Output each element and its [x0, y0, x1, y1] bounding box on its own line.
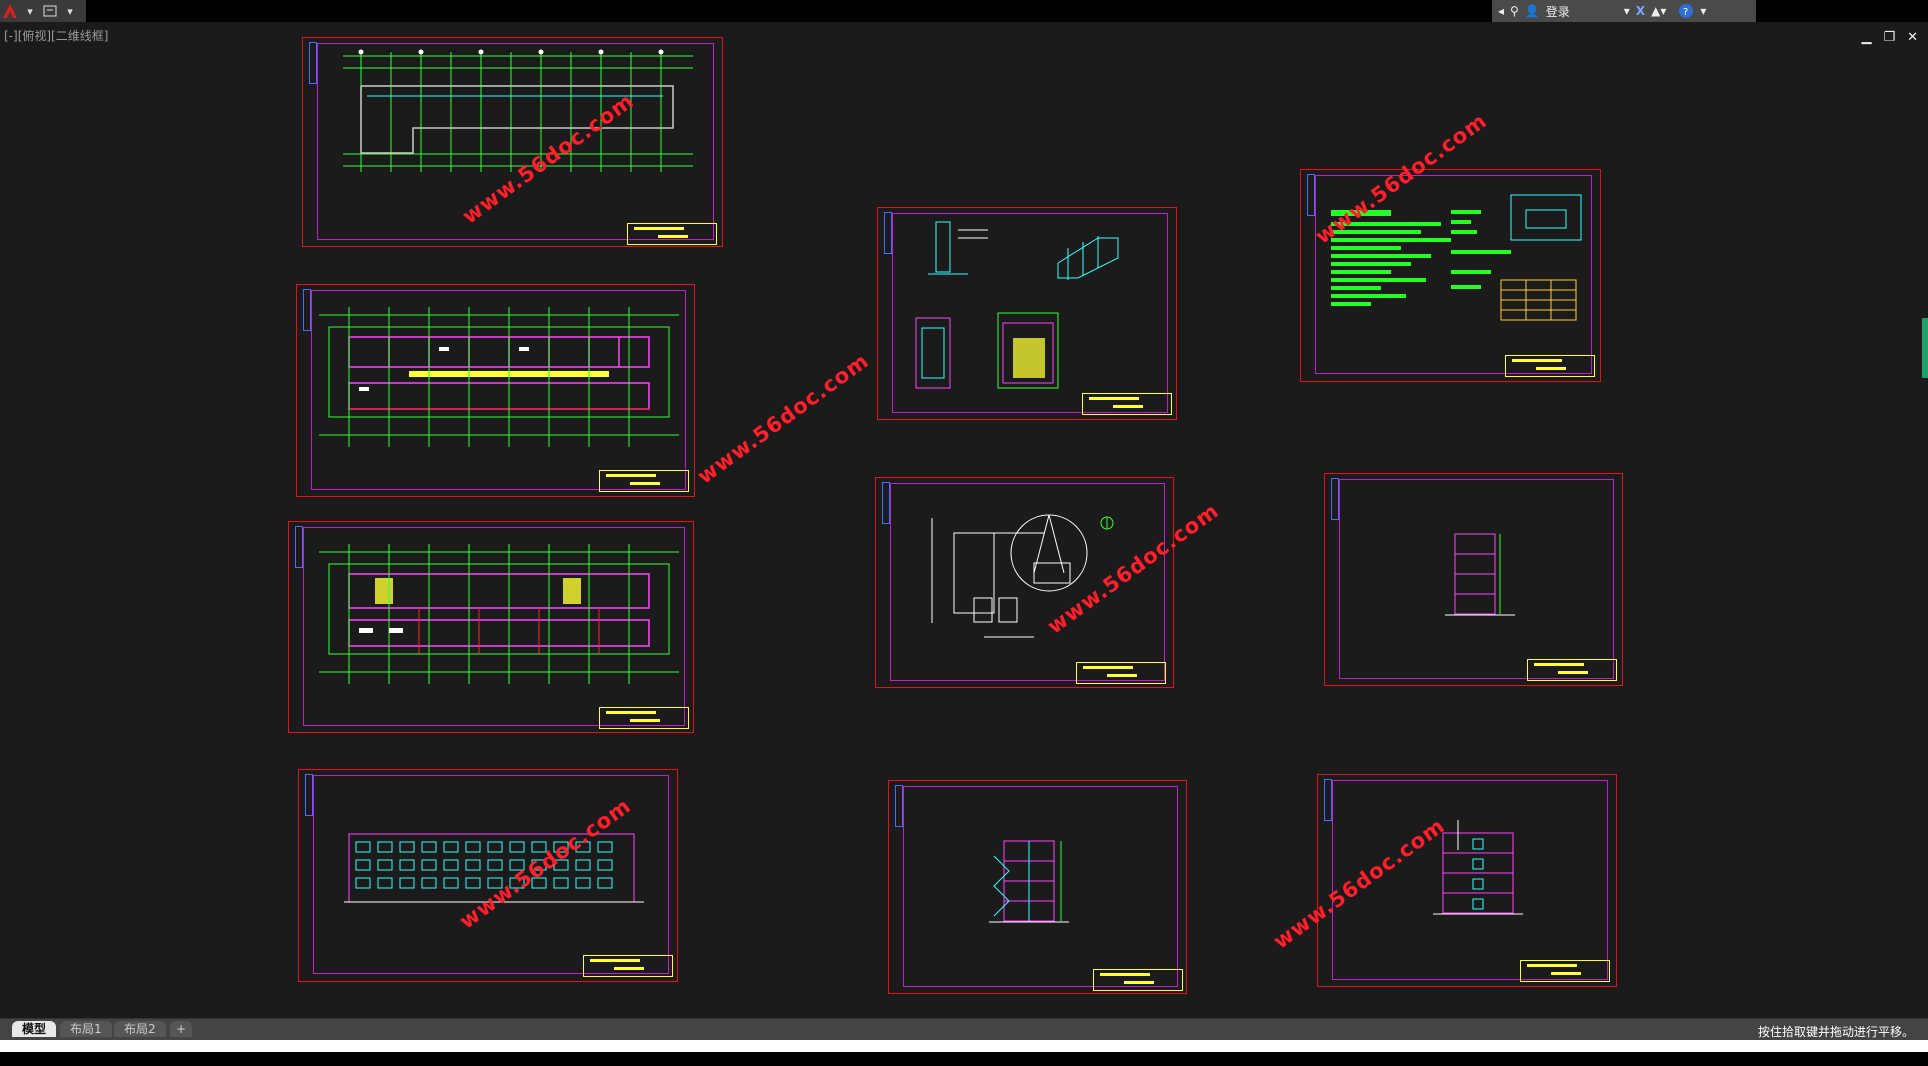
tab-model[interactable]: 模型 — [12, 1021, 57, 1037]
site-plan-drawing — [931, 514, 1114, 638]
drawing-canvas[interactable]: www.56doc.com www.56doc.com www.56doc.co… — [0, 22, 1928, 1018]
foundation-plan-drawing — [343, 49, 693, 172]
sheet-notes[interactable] — [1300, 169, 1601, 382]
watermark-text: www.56doc.com — [692, 348, 874, 489]
title-block — [1505, 355, 1595, 377]
sheet-margin-strip — [884, 212, 892, 254]
tab-layout1[interactable]: 布局1 — [60, 1021, 112, 1037]
quick-access-toolbar: ▾ ▾ — [0, 0, 86, 22]
title-bar: ▾ ▾ ◂ ⚲ 👤 登录 ▾ X ▲▾ ? ▾ — [0, 0, 1928, 22]
floor-plan-drawing — [319, 544, 679, 684]
binoculars-icon[interactable]: ⚲ — [1510, 4, 1519, 18]
details-drawing — [915, 221, 1119, 389]
sheet-margin-strip — [295, 526, 303, 568]
title-block — [599, 470, 689, 492]
login-dropdown-icon[interactable]: ▾ — [1624, 4, 1630, 18]
workspace-icon[interactable] — [40, 2, 60, 20]
sheet-floor-plan-1[interactable] — [296, 284, 695, 497]
help-icon[interactable]: ? — [1678, 3, 1694, 19]
stair-section-drawing — [989, 840, 1069, 923]
title-block — [583, 955, 673, 977]
sheet-side-elevation[interactable] — [1324, 473, 1623, 686]
command-line-strip — [0, 1040, 1928, 1052]
sheet-margin-strip — [1307, 174, 1315, 216]
sheet-margin-strip — [882, 482, 890, 524]
sheet-margin-strip — [1331, 478, 1339, 520]
collapse-arrow-icon[interactable]: ◂ — [1498, 4, 1504, 18]
title-block — [1076, 662, 1166, 684]
sheet-details[interactable] — [877, 207, 1177, 420]
sheet-margin-strip — [303, 289, 311, 331]
sheet-stair-section[interactable] — [888, 780, 1187, 994]
status-prompt: 按住拾取键并拖动进行平移。 — [1757, 1025, 1914, 1039]
sheet-margin-strip — [309, 42, 317, 84]
login-button[interactable]: 登录 — [1546, 3, 1570, 20]
sheet-margin-strip — [1324, 779, 1332, 821]
sheet-margin-strip — [895, 785, 903, 827]
status-bar — [0, 1052, 1928, 1066]
sheet-floor-plan-2[interactable] — [288, 521, 694, 733]
autodesk-icon[interactable]: ▲▾ — [1651, 4, 1666, 18]
title-block — [599, 707, 689, 729]
layout-tab-bar: 模型 布局1 布局2 + 按住拾取键并拖动进行平移。 — [0, 1018, 1928, 1041]
title-block — [1082, 393, 1172, 415]
app-menu-icon[interactable] — [0, 2, 20, 20]
title-block — [627, 223, 717, 245]
svg-text:?: ? — [1683, 7, 1688, 18]
exchange-icon[interactable]: X — [1636, 4, 1645, 18]
tab-layout2[interactable]: 布局2 — [114, 1021, 166, 1037]
title-block — [1093, 969, 1183, 991]
add-layout-button[interactable]: + — [170, 1021, 193, 1037]
help-dropdown-icon[interactable]: ▾ — [1700, 4, 1706, 18]
navigation-bar-handle[interactable] — [1922, 318, 1928, 378]
app-menu-dropdown-icon[interactable]: ▾ — [20, 2, 40, 20]
info-center: ◂ ⚲ 👤 登录 ▾ X ▲▾ ? ▾ — [1492, 0, 1756, 22]
side-elevation-drawing — [1445, 533, 1515, 616]
title-block — [1520, 960, 1610, 982]
sheet-margin-strip — [305, 774, 313, 816]
sheet-foundation-plan[interactable] — [302, 37, 723, 247]
user-icon: 👤 — [1524, 4, 1540, 18]
floor-plan-drawing — [319, 307, 679, 447]
customize-qat-icon[interactable]: ▾ — [60, 2, 80, 20]
title-block — [1527, 659, 1617, 681]
